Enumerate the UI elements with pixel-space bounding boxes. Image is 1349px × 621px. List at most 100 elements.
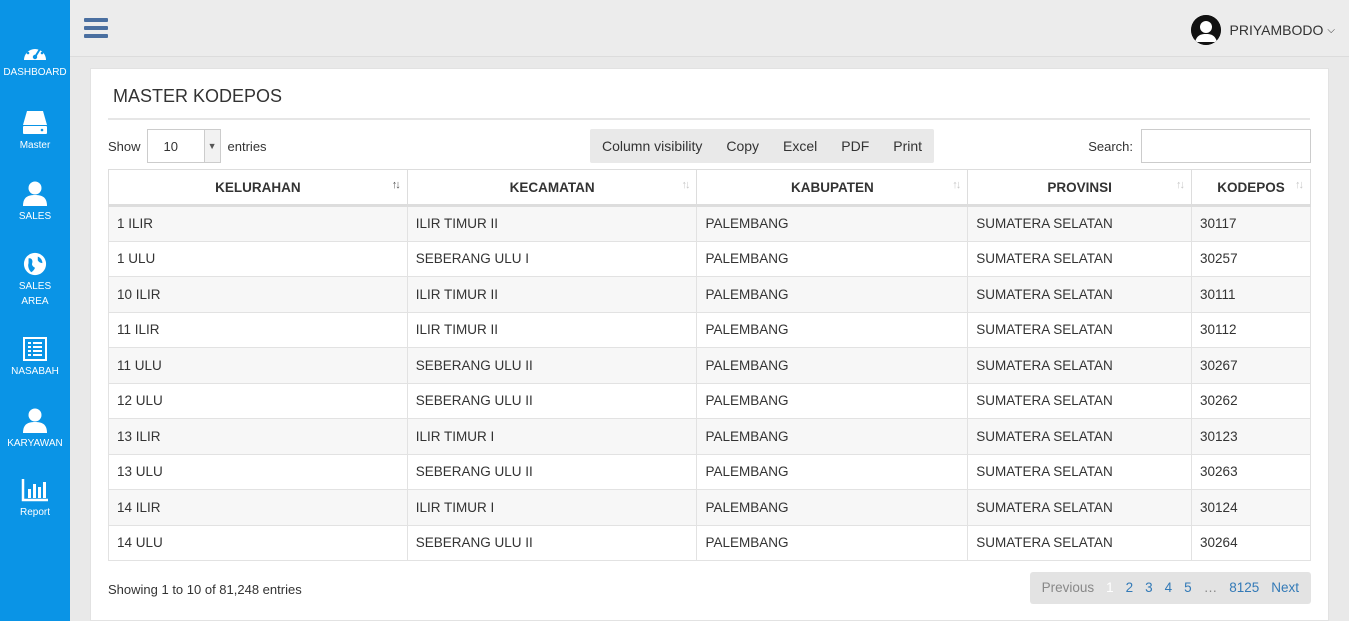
sidebar-item-sales[interactable]: SALES — [0, 180, 70, 224]
page-button-5[interactable]: 5 — [1178, 572, 1198, 604]
sidebar-item-label: Report — [19, 507, 50, 518]
sidebar-item-nasabah[interactable]: NASABAH — [0, 337, 70, 379]
table-cell-provinsi: SUMATERA SELATAN — [967, 383, 1193, 419]
top-bar: PRIYAMBODO ⌵ — [70, 0, 1349, 57]
table-cell-kabupaten: PALEMBANG — [696, 347, 969, 384]
page-button-3[interactable]: 3 — [1139, 572, 1159, 604]
page-button-last[interactable]: 8125 — [1223, 572, 1265, 604]
entries-select-value: 10 — [163, 139, 178, 154]
sort-icon: ↑↓ — [952, 179, 961, 191]
table-cell-kelurahan: 11 ILIR — [108, 312, 408, 348]
table-cell-kodepos: 30123 — [1191, 418, 1311, 455]
column-visibility-button[interactable]: Column visibility — [590, 129, 714, 163]
entries-label: entries — [227, 138, 267, 154]
sidebar-item-report[interactable]: Report — [0, 478, 70, 520]
page-button-2[interactable]: 2 — [1120, 572, 1140, 604]
table-cell-kelurahan: 1 ULU — [108, 241, 408, 277]
drive-icon — [23, 111, 47, 134]
table-cell-kecamatan: ILIR TIMUR II — [406, 205, 698, 242]
pdf-button[interactable]: PDF — [829, 129, 881, 163]
table-row: 1 ULU SEBERANG ULU I PALEMBANG SUMATERA SEL… — [108, 241, 1311, 277]
user-menu[interactable]: PRIYAMBODO ⌵ — [1190, 15, 1335, 45]
column-header-kecamatan[interactable]: KECAMATAN ↑↓ — [406, 169, 698, 207]
search-input[interactable] — [1141, 129, 1311, 163]
table-cell-kecamatan: SEBERANG ULU II — [406, 383, 698, 419]
table-info: Showing 1 to 10 of 81,248 entries — [108, 582, 302, 597]
table-cell-kelurahan: 12 ULU — [108, 383, 408, 419]
column-header-provinsi[interactable]: PROVINSI ↑↓ — [967, 169, 1193, 207]
sidebar-item-master[interactable]: Master — [0, 109, 70, 153]
sidebar: DASHBOARD Master SALES SALES AREA NASABA… — [0, 0, 70, 621]
search-label: Search: — [1088, 138, 1133, 154]
sidebar-item-karyawan[interactable]: KARYAWAN — [0, 407, 70, 451]
table-row: 10 ILIR ILIR TIMUR II PALEMBANG SUMATERA SE… — [108, 276, 1311, 313]
table-cell-kabupaten: PALEMBANG — [696, 276, 969, 313]
table-cell-provinsi: SUMATERA SELATAN — [967, 454, 1193, 490]
table-cell-kodepos: 30264 — [1191, 525, 1311, 561]
table-cell-kecamatan: ILIR TIMUR I — [406, 489, 698, 526]
username: PRIYAMBODO — [1229, 22, 1324, 38]
sidebar-item-label: NASABAH — [11, 366, 59, 377]
sort-icon: ↑↓ — [1176, 179, 1185, 191]
print-button[interactable]: Print — [881, 129, 934, 163]
sidebar-item-sales-area[interactable]: SALES AREA — [0, 252, 70, 309]
column-header-kodepos[interactable]: KODEPOS ↑↓ — [1191, 169, 1311, 207]
table-cell-provinsi: SUMATERA SELATAN — [967, 276, 1193, 313]
table-cell-kelurahan: 10 ILIR — [108, 276, 408, 313]
table-cell-kecamatan: SEBERANG ULU II — [406, 347, 698, 384]
sidebar-item-label: KARYAWAN — [7, 438, 63, 449]
table-cell-kabupaten: PALEMBANG — [696, 418, 969, 455]
menu-toggle-icon[interactable] — [84, 18, 108, 38]
table-cell-provinsi: SUMATERA SELATAN — [967, 489, 1193, 526]
table-cell-provinsi: SUMATERA SELATAN — [967, 205, 1193, 242]
excel-button[interactable]: Excel — [771, 129, 829, 163]
page-button-4[interactable]: 4 — [1159, 572, 1179, 604]
table-row: 13 ULU SEBERANG ULU II PALEMBANG SUMATERA S… — [108, 454, 1311, 490]
table-cell-kecamatan: ILIR TIMUR II — [406, 312, 698, 348]
table-row: 13 ILIR ILIR TIMUR I PALEMBANG SUMATERA SEL… — [108, 418, 1311, 455]
table-cell-provinsi: SUMATERA SELATAN — [967, 312, 1193, 348]
table-cell-kabupaten: PALEMBANG — [696, 383, 969, 419]
dashboard-icon — [24, 44, 46, 60]
next-page-button[interactable]: Next — [1265, 572, 1305, 604]
column-header-kabupaten[interactable]: KABUPATEN ↑↓ — [696, 169, 969, 207]
table-cell-kelurahan: 1 ILIR — [108, 205, 408, 242]
pagination-ellipsis: … — [1203, 580, 1218, 595]
table-row: 11 ULU SEBERANG ULU II PALEMBANG SUMATERA S… — [108, 347, 1311, 384]
table-cell-kodepos: 30112 — [1191, 312, 1311, 348]
table-cell-provinsi: SUMATERA SELATAN — [967, 525, 1193, 561]
search-control: Search: — [1088, 129, 1311, 163]
divider — [108, 118, 1310, 120]
table-cell-kecamatan: SEBERANG ULU II — [406, 525, 698, 561]
chevron-down-icon: ▼ — [203, 130, 220, 162]
entries-select[interactable]: 10 ▼ — [146, 129, 221, 163]
entries-length-control: Show 10 ▼ entries — [108, 129, 267, 163]
table-row: 14 ILIR ILIR TIMUR I PALEMBANG SUMATERA SEL… — [108, 489, 1311, 526]
table-cell-kodepos: 30124 — [1191, 489, 1311, 526]
column-header-kelurahan[interactable]: KELURAHAN ↑↓ — [108, 169, 408, 207]
sidebar-item-dashboard[interactable]: DASHBOARD — [0, 40, 70, 80]
table-cell-kelurahan: 13 ILIR — [108, 418, 408, 455]
table-cell-kelurahan: 14 ULU — [108, 525, 408, 561]
table-cell-kelurahan: 14 ILIR — [108, 489, 408, 526]
table-cell-kelurahan: 11 ULU — [108, 347, 408, 384]
table-cell-kodepos: 30111 — [1191, 276, 1311, 313]
list-icon — [23, 337, 47, 361]
bar-chart-icon — [21, 479, 48, 502]
table-cell-kodepos: 30263 — [1191, 454, 1311, 490]
sidebar-item-label: Master — [19, 140, 51, 151]
table-cell-kodepos: 30262 — [1191, 383, 1311, 419]
table-row: 11 ILIR ILIR TIMUR II PALEMBANG SUMATERA SE… — [108, 312, 1311, 348]
table-cell-kelurahan: 13 ULU — [108, 454, 408, 490]
table-cell-kabupaten: PALEMBANG — [696, 312, 969, 348]
sort-icon: ↑↓ — [391, 179, 401, 191]
table-cell-kabupaten: PALEMBANG — [696, 489, 969, 526]
copy-button[interactable]: Copy — [714, 129, 771, 163]
page-title: MASTER KODEPOS — [113, 86, 283, 106]
previous-page-button[interactable]: Previous — [1036, 572, 1101, 604]
table-cell-kecamatan: SEBERANG ULU II — [406, 454, 698, 490]
user-icon — [23, 408, 47, 433]
page-button-1[interactable]: 1 — [1100, 572, 1120, 604]
table-row: 12 ULU SEBERANG ULU II PALEMBANG SUMATERA S… — [108, 383, 1311, 419]
table-cell-kabupaten: PALEMBANG — [696, 454, 969, 490]
